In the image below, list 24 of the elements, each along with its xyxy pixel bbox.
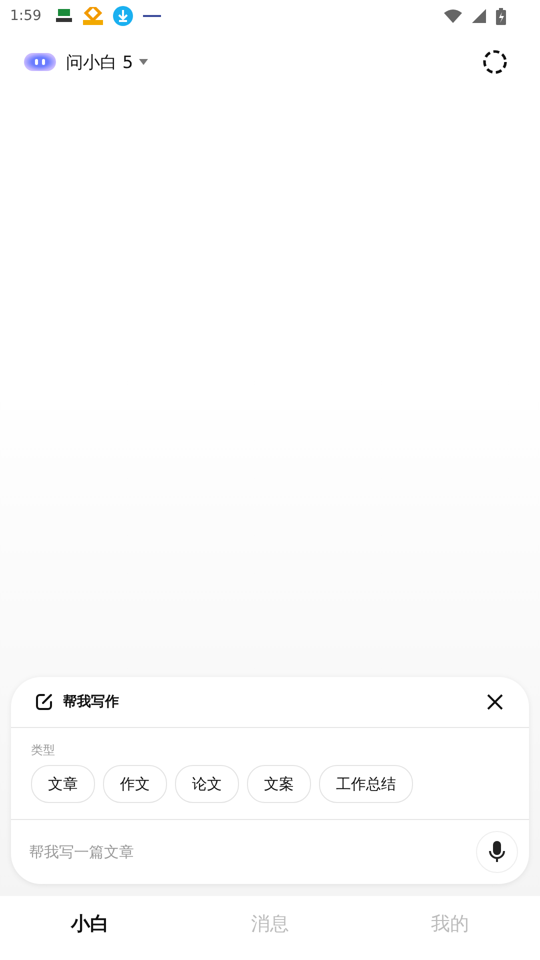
battery-icon (496, 8, 506, 24)
download-icon (113, 6, 134, 26)
edit-icon (35, 693, 53, 711)
panel-title: 帮我写作 (63, 693, 119, 711)
type-chip[interactable]: 文章 (31, 765, 95, 803)
type-chip[interactable]: 工作总结 (319, 765, 413, 803)
logo-icon (24, 51, 56, 73)
section-label: 类型 (31, 742, 56, 759)
type-chip[interactable]: 论文 (175, 765, 239, 803)
notification-icon (55, 9, 74, 23)
dashed-circle-icon[interactable] (482, 49, 508, 75)
microphone-icon (489, 841, 505, 863)
type-chip[interactable]: 文案 (247, 765, 311, 803)
type-chip[interactable]: 作文 (103, 765, 167, 803)
nav-tab[interactable]: 小白 (0, 896, 180, 960)
notification-icon (83, 7, 104, 25)
model-selector[interactable]: 问小白 5 (66, 50, 148, 74)
mic-button[interactable] (476, 831, 518, 873)
close-icon[interactable] (487, 694, 503, 710)
status-time: 1:59 (10, 8, 42, 24)
caret-icon (139, 59, 148, 65)
input-field[interactable]: 帮我写一篇文章 (27, 842, 476, 862)
wifi-icon (444, 9, 462, 23)
signal-icon (472, 9, 486, 23)
